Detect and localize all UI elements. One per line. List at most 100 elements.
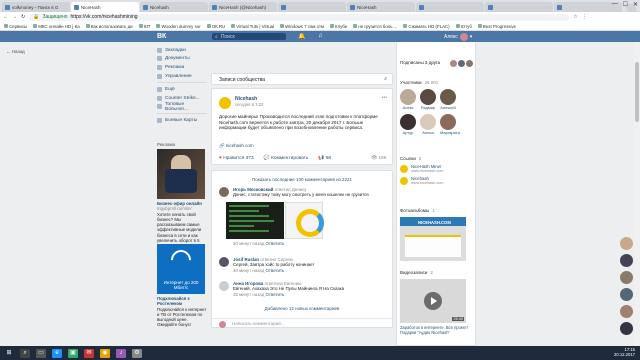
bookmark-item[interactable]: Windows 7 сам отм bbox=[280, 24, 324, 29]
taskbar-app-icon[interactable]: ▭ bbox=[36, 348, 46, 358]
member-name[interactable]: Маргарита bbox=[440, 130, 460, 135]
video-title[interactable]: Заработок в интернете. Все проект! Подар… bbox=[400, 325, 473, 335]
show-more-comments[interactable]: Показать последние 100 комментариев из 2… bbox=[212, 177, 392, 182]
ad-image-business[interactable] bbox=[157, 149, 205, 199]
browser-tab[interactable]: Nicehash bbox=[140, 2, 208, 12]
avatar[interactable] bbox=[620, 322, 633, 335]
avatar[interactable] bbox=[620, 288, 633, 301]
bookmark-item[interactable]: Best Progressive bbox=[478, 24, 516, 29]
post-author-avatar[interactable] bbox=[219, 97, 231, 109]
taskbar-app-icon[interactable]: ✉ bbox=[84, 348, 94, 358]
comment-author[interactable]: Josif Ruslan bbox=[233, 257, 259, 262]
avatar[interactable] bbox=[620, 254, 633, 267]
back-link[interactable]: ← Назад bbox=[6, 49, 25, 54]
avatar[interactable] bbox=[420, 89, 436, 105]
bookmark-item[interactable]: не грузится боль ... bbox=[353, 24, 397, 29]
maximize-button[interactable]: ☐ bbox=[623, 1, 628, 8]
bookmark-item[interactable]: Сервисы bbox=[4, 24, 27, 29]
video-thumbnail[interactable]: 26:40 bbox=[400, 279, 466, 323]
taskbar-app-icon[interactable]: ♪ bbox=[116, 348, 126, 358]
music-icon[interactable]: ♫ bbox=[318, 33, 325, 40]
bookmark-item[interactable]: Клубе bbox=[330, 24, 347, 29]
side-menu-item[interactable]: Управление bbox=[157, 72, 207, 81]
side-menu-item[interactable]: Боевые Карты bbox=[157, 116, 207, 125]
close-button[interactable]: ✕ bbox=[633, 1, 638, 8]
reply-link[interactable]: Ответить bbox=[266, 241, 285, 246]
comment-attachment-terminal[interactable] bbox=[226, 202, 284, 239]
avatar[interactable] bbox=[219, 257, 229, 267]
side-menu-item[interactable]: Топовые Вольноп... bbox=[157, 102, 207, 112]
reply-link[interactable]: Ответить bbox=[266, 292, 285, 297]
subscribed-friends[interactable]: Подписаны 3 друга bbox=[400, 60, 473, 67]
reply-link[interactable]: Ответить bbox=[266, 268, 285, 273]
like-button[interactable]: ♥ Нравится 373 bbox=[219, 156, 254, 161]
browser-tab[interactable] bbox=[485, 2, 553, 12]
browser-tab[interactable] bbox=[278, 2, 346, 12]
bookmark-item[interactable]: Сжимать HD (FLAC) bbox=[403, 24, 449, 29]
avatar[interactable] bbox=[219, 281, 229, 291]
post-link[interactable]: 🔗 nicehash.com bbox=[219, 143, 254, 149]
star-icon[interactable]: ☆ bbox=[573, 14, 577, 20]
browser-tab[interactable]: volkmoney - Поиск в G bbox=[2, 2, 70, 12]
links-label[interactable]: Ссылки bbox=[400, 156, 416, 161]
member-name[interactable]: Алексей bbox=[440, 105, 456, 110]
vk-logo[interactable]: ВК bbox=[157, 31, 175, 42]
avatar[interactable] bbox=[400, 89, 416, 105]
scrollbar-thumb[interactable] bbox=[635, 62, 639, 122]
member-name[interactable]: Радмир bbox=[420, 105, 436, 110]
avatar[interactable] bbox=[420, 114, 436, 130]
comment-input[interactable]: Написать комментарий... bbox=[212, 318, 392, 328]
url-field[interactable]: 🔒 Защищено https://vk.com/nicehashmining bbox=[29, 13, 570, 21]
avatar[interactable] bbox=[219, 187, 229, 197]
search-icon[interactable]: ⌕ bbox=[384, 76, 387, 82]
taskbar-app-icon[interactable]: ⊞ bbox=[4, 349, 14, 358]
menu-dots-icon[interactable]: ⋮ bbox=[582, 14, 587, 20]
link-item[interactable]: NiceHash Miner www.nicehash.com bbox=[400, 164, 473, 173]
bookmark-item[interactable]: Virtual Tuts | Virtual bbox=[231, 24, 274, 29]
bookmark-item[interactable]: МКС онлайн HD | Ка bbox=[33, 24, 79, 29]
member-name[interactable]: Алиса bbox=[420, 130, 436, 135]
taskbar-app-icon[interactable]: e bbox=[52, 348, 62, 358]
side-menu-item[interactable]: Ещё bbox=[157, 85, 207, 94]
browser-tab[interactable] bbox=[416, 2, 484, 12]
system-clock[interactable]: 17:15 20.12.2017 bbox=[614, 347, 635, 357]
post-menu-icon[interactable]: ••• bbox=[382, 95, 387, 101]
forward-arrow-icon[interactable]: → bbox=[12, 14, 17, 20]
comment-author[interactable]: Анна Игорова bbox=[233, 281, 263, 286]
side-menu-item[interactable]: Закладки bbox=[157, 46, 207, 55]
taskbar-app-icon[interactable]: ⌕ bbox=[20, 348, 30, 358]
taskbar-app-icon[interactable]: ▣ bbox=[68, 348, 78, 358]
bookmark-item[interactable]: ЮТ bbox=[139, 24, 151, 29]
avatar[interactable] bbox=[620, 271, 633, 284]
avatar[interactable] bbox=[400, 114, 416, 130]
taskbar-app-icon[interactable]: ⚙ bbox=[132, 348, 142, 358]
avatar[interactable] bbox=[620, 237, 633, 250]
reload-icon[interactable]: ↻ bbox=[21, 14, 25, 20]
post-date[interactable]: сегодня в 3:22 bbox=[235, 102, 264, 107]
photo-album-cover[interactable]: NICEHASH.COM bbox=[400, 217, 466, 261]
ad-image-internet[interactable]: Интернет до 200 Мбит/с bbox=[157, 244, 205, 294]
avatar[interactable] bbox=[440, 89, 456, 105]
bookmark-item[interactable]: ОК.RU bbox=[207, 24, 226, 29]
comment-attachment-logo[interactable] bbox=[285, 202, 324, 239]
browser-tab[interactable]: NiceHash bbox=[347, 2, 415, 12]
link-item[interactable]: Nicehash www.nicehash.com bbox=[400, 176, 473, 185]
members-label[interactable]: Участники bbox=[400, 80, 422, 85]
bell-icon[interactable]: 🔔 bbox=[298, 33, 305, 40]
bookmark-item[interactable]: Wooden dummy sor bbox=[156, 24, 200, 29]
side-menu-item[interactable]: Реклама bbox=[157, 63, 207, 72]
comment-button[interactable]: 💬 Комментировать bbox=[264, 156, 309, 161]
member-name[interactable]: Артур bbox=[400, 130, 416, 135]
photos-label[interactable]: Фотоальбомы bbox=[400, 208, 429, 213]
ad-business-text[interactable]: Бизнес-эфир онлайн trigubprofi.ru/mlm/ Х… bbox=[157, 201, 207, 249]
back-arrow-icon[interactable]: ← bbox=[3, 14, 8, 20]
minimize-button[interactable]: — bbox=[612, 1, 618, 8]
avatar[interactable] bbox=[620, 305, 633, 318]
browser-tab[interactable]: NiceHash (@Nicehash) bbox=[209, 2, 277, 12]
taskbar-app-icon[interactable]: ◉ bbox=[100, 348, 110, 358]
avatar[interactable] bbox=[440, 114, 456, 130]
browser-tab[interactable]: NiceHash bbox=[71, 2, 139, 12]
more-replies-link[interactable]: Добавлено 12 новых комментариев bbox=[212, 306, 392, 311]
side-menu-item[interactable]: Документы bbox=[157, 55, 207, 64]
header-user-menu[interactable]: Алекс ▾ bbox=[444, 31, 472, 42]
